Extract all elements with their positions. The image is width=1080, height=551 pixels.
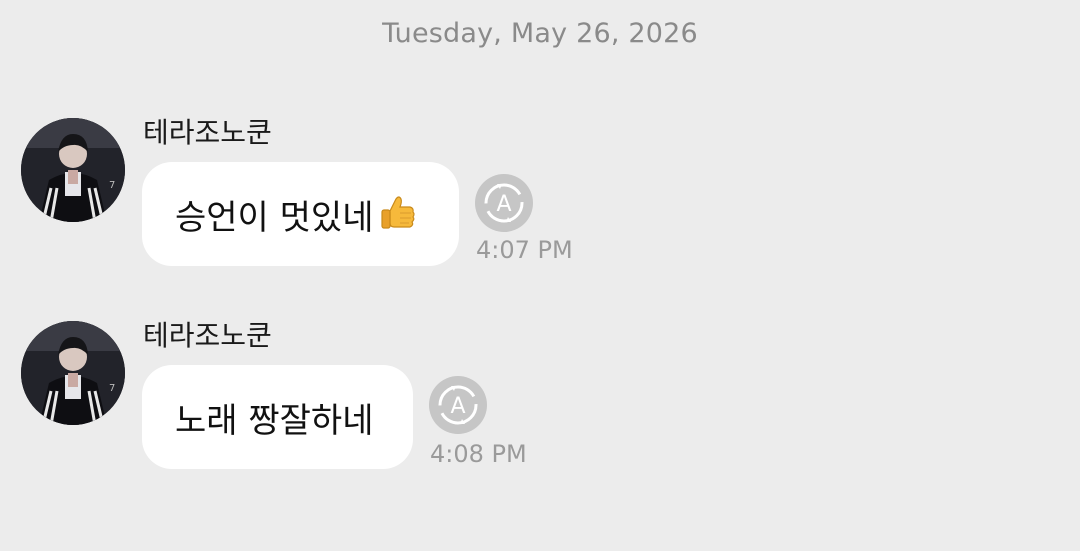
message-bubble[interactable]: 노래 짱잘하네	[142, 365, 413, 469]
translate-icon: A	[484, 183, 524, 223]
svg-text:7: 7	[109, 383, 115, 394]
thumbs-up-icon	[376, 193, 418, 235]
sender-name: 테라조노쿤	[143, 319, 272, 352]
message-timestamp: 4:08 PM	[430, 440, 527, 468]
message-bubble[interactable]: 승언이 멋있네	[142, 162, 459, 266]
avatar[interactable]: 7	[21, 321, 125, 425]
date-divider: Tuesday, May 26, 2026	[382, 18, 698, 49]
chat-screen: Tuesday, May 26, 2026 7 테라조노쿤 승언이 멋있네 A …	[0, 0, 1080, 551]
svg-text:7: 7	[109, 180, 115, 191]
svg-text:A: A	[450, 394, 465, 419]
svg-text:A: A	[496, 192, 511, 217]
avatar[interactable]: 7	[21, 118, 125, 222]
translate-button[interactable]: A	[429, 376, 487, 434]
message-timestamp: 4:07 PM	[476, 236, 573, 264]
translate-button[interactable]: A	[475, 174, 533, 232]
message-text: 승언이 멋있네	[175, 197, 374, 238]
sender-name: 테라조노쿤	[143, 116, 272, 149]
translate-icon: A	[438, 385, 478, 425]
message-text: 노래 짱잘하네	[175, 400, 374, 441]
